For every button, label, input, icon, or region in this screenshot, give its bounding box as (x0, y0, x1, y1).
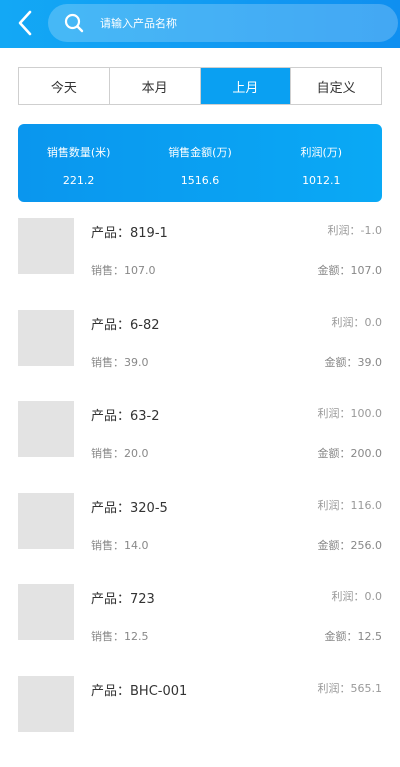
product-profit: 利润：565.1 (318, 680, 383, 696)
sales-qty-value: 221.2 (63, 174, 95, 187)
list-item[interactable]: 产品：320-5 利润：116.0 销售：14.0 金额：256.0 (0, 493, 400, 585)
product-name: 产品：320-5 (91, 497, 168, 516)
tab-custom[interactable]: 自定义 (291, 68, 381, 104)
list-item[interactable]: 产品：63-2 利润：100.0 销售：20.0 金额：200.0 (0, 401, 400, 493)
product-sales: 销售：12.5 (91, 628, 149, 644)
product-image-placeholder (18, 676, 74, 732)
product-sales: 销售：14.0 (91, 537, 149, 553)
list-item[interactable]: 产品：819-1 利润：-1.0 销售：107.0 金额：107.0 (0, 218, 400, 310)
product-sales: 销售：107.0 (91, 262, 156, 278)
search-bar[interactable] (48, 4, 398, 42)
product-profit: 利润：116.0 (318, 497, 383, 513)
summary-card: 销售数量(米) 221.2 销售金额(万) 1516.6 利润(万) 1012.… (18, 124, 382, 202)
tab-today[interactable]: 今天 (19, 68, 110, 104)
sales-qty-label: 销售数量(米) (47, 144, 111, 160)
profit-value: 1012.1 (302, 174, 341, 187)
search-input[interactable] (98, 16, 352, 31)
product-profit: 利润：100.0 (318, 405, 383, 421)
chevron-left-icon (17, 10, 33, 36)
list-item[interactable]: 产品：723 利润：0.0 销售：12.5 金额：12.5 (0, 584, 400, 676)
period-tabs: 今天 本月 上月 自定义 (18, 67, 382, 105)
list-item[interactable]: 产品：6-82 利润：0.0 销售：39.0 金额：39.0 (0, 310, 400, 402)
product-amount: 金额：12.5 (325, 628, 383, 644)
top-bar (0, 0, 400, 48)
product-image-placeholder (18, 218, 74, 274)
product-image-placeholder (18, 493, 74, 549)
product-profit: 利润：0.0 (332, 588, 383, 604)
product-name: 产品：723 (91, 588, 155, 607)
product-sales: 销售：39.0 (91, 354, 149, 370)
product-name: 产品：819-1 (91, 222, 168, 241)
product-profit: 利润：0.0 (332, 314, 383, 330)
product-list: 产品：819-1 利润：-1.0 销售：107.0 金额：107.0 产品：6-… (0, 218, 400, 767)
summary-profit: 利润(万) 1012.1 (261, 124, 382, 202)
tab-this-month[interactable]: 本月 (110, 68, 201, 104)
product-sales: 销售：20.0 (91, 445, 149, 461)
tab-last-month[interactable]: 上月 (201, 68, 292, 104)
product-amount: 金额：200.0 (318, 445, 383, 461)
product-name: 产品：63-2 (91, 405, 160, 424)
summary-sales-qty: 销售数量(米) 221.2 (18, 124, 139, 202)
summary-sales-amount: 销售金额(万) 1516.6 (139, 124, 260, 202)
sales-amount-value: 1516.6 (181, 174, 220, 187)
search-icon (64, 13, 84, 33)
product-amount: 金额：256.0 (318, 537, 383, 553)
product-image-placeholder (18, 401, 74, 457)
profit-label: 利润(万) (301, 144, 343, 160)
sales-amount-label: 销售金额(万) (168, 144, 232, 160)
product-name: 产品：6-82 (91, 314, 160, 333)
product-image-placeholder (18, 310, 74, 366)
list-item[interactable]: 产品：BHC-001 利润：565.1 (0, 676, 400, 767)
product-amount: 金额：39.0 (325, 354, 383, 370)
back-button[interactable] (10, 8, 40, 38)
product-image-placeholder (18, 584, 74, 640)
product-name: 产品：BHC-001 (91, 680, 187, 699)
product-amount: 金额：107.0 (318, 262, 383, 278)
product-profit: 利润：-1.0 (328, 222, 382, 238)
